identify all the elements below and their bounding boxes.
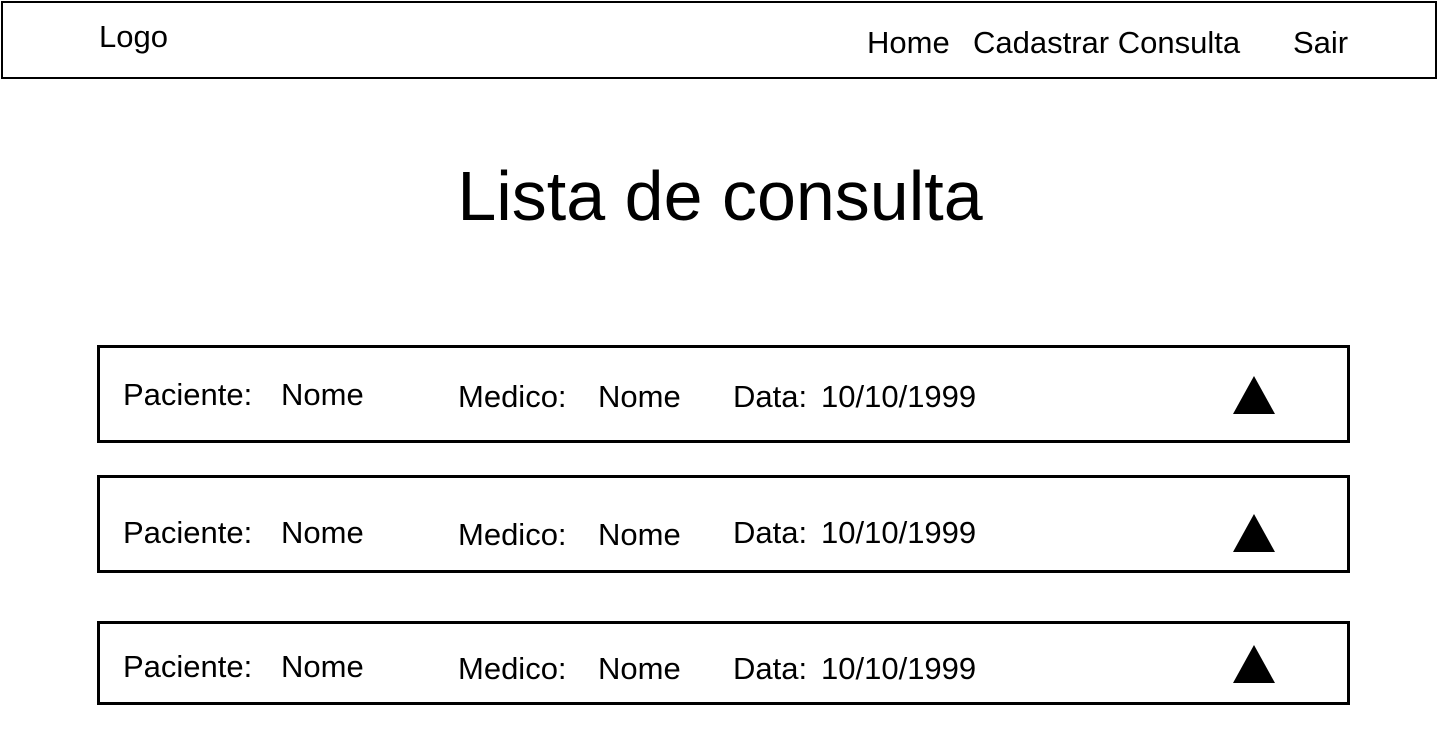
medico-label: Medico: xyxy=(458,517,567,552)
data-label: Data: xyxy=(733,651,808,686)
consulta-row: Paciente: Nome Medico: Nome Data: 10/10/… xyxy=(97,345,1350,443)
medico-label: Medico: xyxy=(458,651,567,686)
data-value: 10/10/1999 xyxy=(821,379,977,414)
triangle-up-icon[interactable] xyxy=(1233,645,1275,683)
paciente-value: Nome xyxy=(281,515,364,550)
data-label: Data: xyxy=(733,379,808,414)
nav-cadastrar-consulta-link[interactable]: Cadastrar Consulta xyxy=(973,27,1240,58)
medico-value: Nome xyxy=(598,517,681,552)
medico-label: Medico: xyxy=(458,379,567,414)
medico-value: Nome xyxy=(598,651,681,686)
page-title: Lista de consulta xyxy=(457,157,983,235)
paciente-label: Paciente: xyxy=(123,515,253,550)
data-label: Data: xyxy=(733,515,808,550)
paciente-value: Nome xyxy=(281,649,364,684)
data-value: 10/10/1999 xyxy=(821,651,977,686)
paciente-label: Paciente: xyxy=(123,649,253,684)
consulta-row: Paciente: Nome Medico: Nome Data: 10/10/… xyxy=(97,475,1350,573)
paciente-value: Nome xyxy=(281,377,364,412)
consulta-row: Paciente: Nome Medico: Nome Data: 10/10/… xyxy=(97,621,1350,705)
data-value: 10/10/1999 xyxy=(821,515,977,550)
triangle-up-icon[interactable] xyxy=(1233,376,1275,414)
logo[interactable]: Logo xyxy=(99,21,168,52)
nav-sair-link[interactable]: Sair xyxy=(1293,27,1348,58)
nav-home-link[interactable]: Home xyxy=(867,27,950,58)
triangle-up-icon[interactable] xyxy=(1233,514,1275,552)
paciente-label: Paciente: xyxy=(123,377,253,412)
medico-value: Nome xyxy=(598,379,681,414)
top-nav-bar: Logo Home Cadastrar Consulta Sair xyxy=(1,1,1437,79)
